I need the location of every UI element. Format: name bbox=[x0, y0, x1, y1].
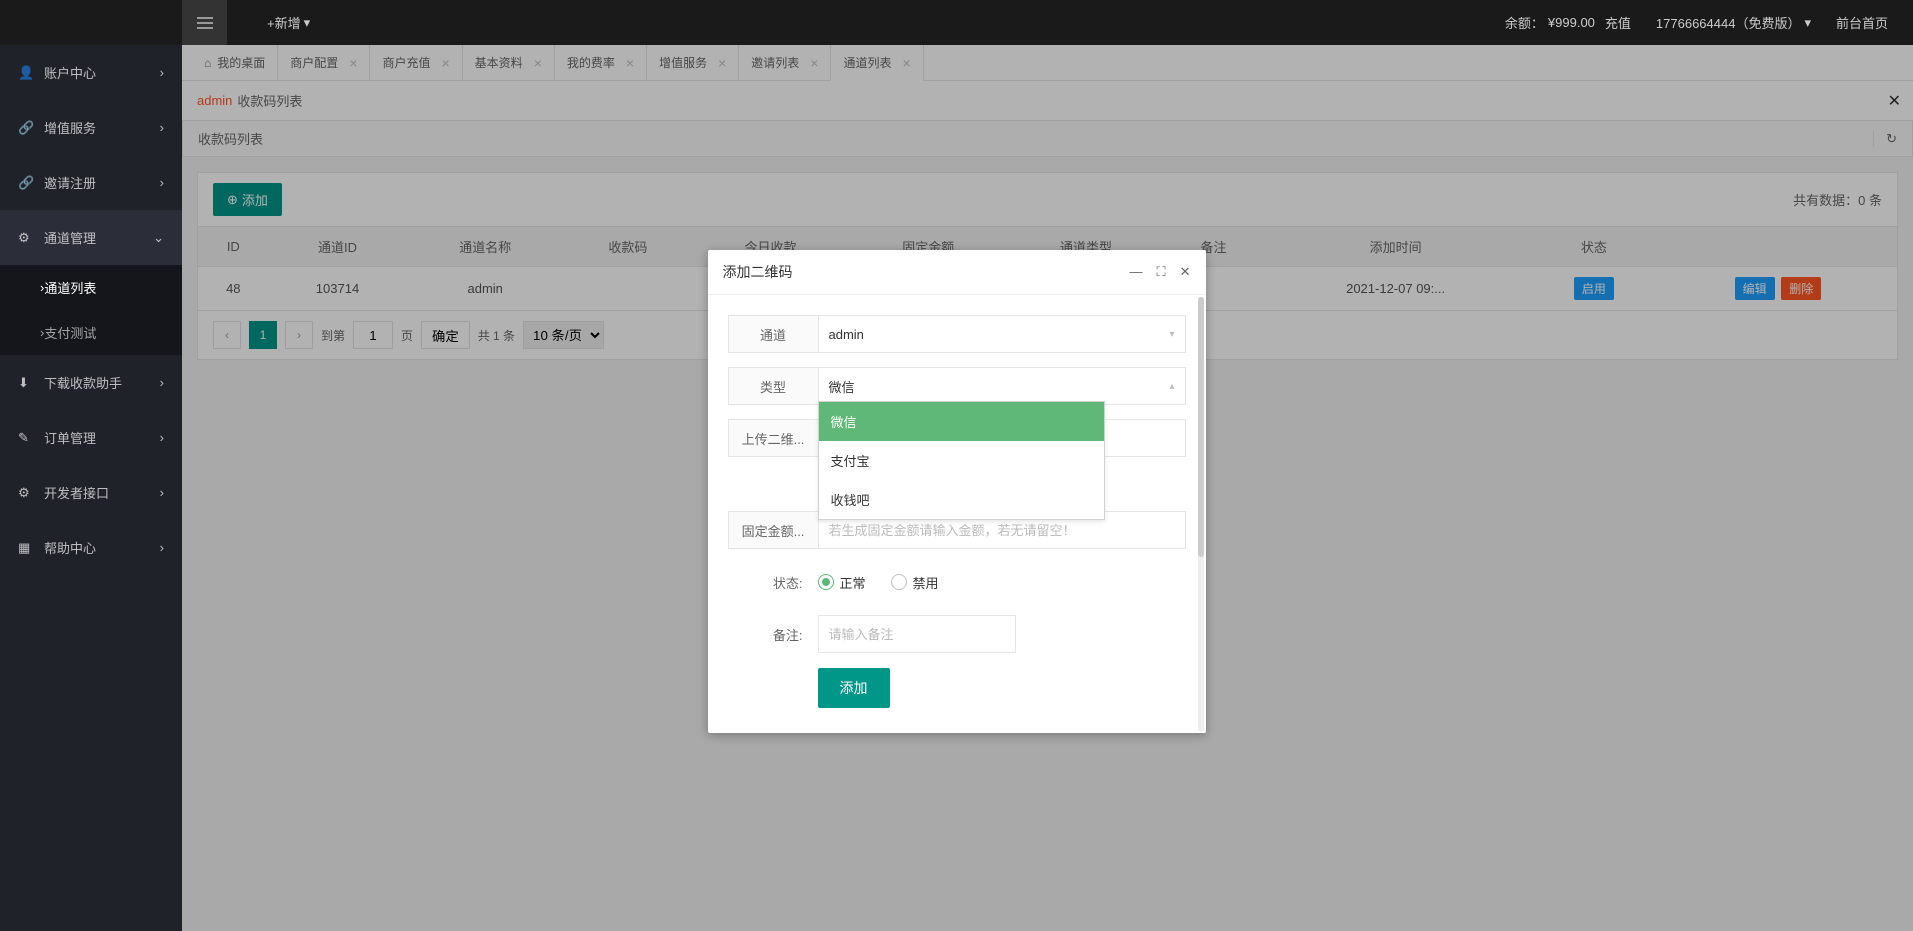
menu-toggle[interactable] bbox=[182, 0, 227, 45]
top-header: +新增 ▾ 余额：¥999.00 充值 17766664444（免费版） ▾ 前… bbox=[0, 0, 1913, 45]
type-dropdown: 微信 支付宝 收钱吧 bbox=[818, 401, 1105, 520]
sidebar-item-help[interactable]: ▦ 帮助中心 › bbox=[0, 520, 182, 575]
minimize-button[interactable]: — bbox=[1129, 264, 1142, 280]
caret-up-icon: ▴ bbox=[1169, 381, 1174, 392]
chevron-right-icon: › bbox=[160, 175, 164, 190]
download-icon: ⬇ bbox=[18, 375, 34, 391]
submit-button[interactable]: 添加 bbox=[818, 668, 890, 708]
remark-label: 备注: bbox=[728, 615, 818, 653]
status-disabled-radio[interactable]: 禁用 bbox=[891, 573, 939, 592]
chevron-right-icon: › bbox=[160, 375, 164, 390]
dropdown-option-shouqianba[interactable]: 收钱吧 bbox=[819, 480, 1104, 519]
edit-icon: ✎ bbox=[18, 430, 34, 446]
channel-label: 通道 bbox=[728, 315, 818, 353]
sidebar: 👤 账户中心 › 🔗 增值服务 › 🔗 邀请注册 › ⚙ 通道管理 ⌄ › 通道… bbox=[0, 45, 182, 931]
recharge-link[interactable]: 充值 bbox=[1605, 13, 1631, 32]
upload-label: 上传二维... bbox=[728, 419, 818, 457]
caret-down-icon: ▾ bbox=[1804, 15, 1811, 31]
chevron-down-icon: ⌄ bbox=[153, 230, 164, 246]
modal-scrollbar[interactable] bbox=[1198, 297, 1204, 731]
balance-display: 余额：¥999.00 充值 bbox=[1505, 13, 1631, 32]
chevron-right-icon: › bbox=[160, 430, 164, 445]
scrollbar-thumb[interactable] bbox=[1198, 297, 1204, 557]
sidebar-item-invite[interactable]: 🔗 邀请注册 › bbox=[0, 155, 182, 210]
close-button[interactable]: ✕ bbox=[1180, 264, 1191, 280]
grid-icon: ▦ bbox=[18, 540, 34, 556]
status-label: 状态: bbox=[728, 563, 818, 601]
chevron-right-icon: › bbox=[160, 540, 164, 555]
radio-checked-icon bbox=[818, 574, 834, 590]
sidebar-item-account[interactable]: 👤 账户中心 › bbox=[0, 45, 182, 100]
add-qr-modal: 添加二维码 — ⛶ ✕ 通道 admin ▾ 类型 微信 ▴ 上传二维... bbox=[708, 250, 1206, 733]
type-select[interactable]: 微信 ▴ bbox=[818, 367, 1186, 405]
sidebar-item-developer[interactable]: ⚙ 开发者接口 › bbox=[0, 465, 182, 520]
sidebar-item-download[interactable]: ⬇ 下载收款助手 › bbox=[0, 355, 182, 410]
front-page-link[interactable]: 前台首页 bbox=[1836, 13, 1888, 32]
maximize-button[interactable]: ⛶ bbox=[1156, 264, 1165, 280]
sidebar-sub-pay-test[interactable]: › 支付测试 bbox=[0, 310, 182, 355]
link-icon: 🔗 bbox=[18, 120, 34, 136]
fixed-amount-label: 固定金额... bbox=[728, 511, 818, 549]
modal-header: 添加二维码 — ⛶ ✕ bbox=[708, 250, 1206, 295]
dropdown-option-wechat[interactable]: 微信 bbox=[819, 402, 1104, 441]
type-label: 类型 bbox=[728, 367, 818, 405]
gear-icon: ⚙ bbox=[18, 485, 34, 501]
modal-title: 添加二维码 bbox=[723, 262, 793, 282]
hamburger-icon bbox=[197, 17, 213, 29]
add-new-dropdown[interactable]: +新增 ▾ bbox=[267, 13, 310, 32]
gear-icon: ⚙ bbox=[18, 230, 34, 246]
chevron-right-icon: › bbox=[160, 65, 164, 80]
status-normal-radio[interactable]: 正常 bbox=[818, 573, 866, 592]
caret-down-icon: ▾ bbox=[1169, 329, 1174, 340]
chevron-right-icon: › bbox=[160, 120, 164, 135]
sidebar-sub-channel-list[interactable]: › 通道列表 bbox=[0, 265, 182, 310]
caret-down-icon: ▾ bbox=[304, 15, 311, 31]
dropdown-option-alipay[interactable]: 支付宝 bbox=[819, 441, 1104, 480]
channel-select[interactable]: admin ▾ bbox=[818, 315, 1186, 353]
link-icon: 🔗 bbox=[18, 175, 34, 191]
remark-input[interactable] bbox=[818, 615, 1016, 653]
user-dropdown[interactable]: 17766664444（免费版） ▾ bbox=[1656, 13, 1811, 32]
radio-unchecked-icon bbox=[891, 574, 907, 590]
sidebar-item-order[interactable]: ✎ 订单管理 › bbox=[0, 410, 182, 465]
sidebar-item-vas[interactable]: 🔗 增值服务 › bbox=[0, 100, 182, 155]
sidebar-item-channel[interactable]: ⚙ 通道管理 ⌄ bbox=[0, 210, 182, 265]
user-icon: 👤 bbox=[18, 65, 34, 81]
chevron-right-icon: › bbox=[160, 485, 164, 500]
